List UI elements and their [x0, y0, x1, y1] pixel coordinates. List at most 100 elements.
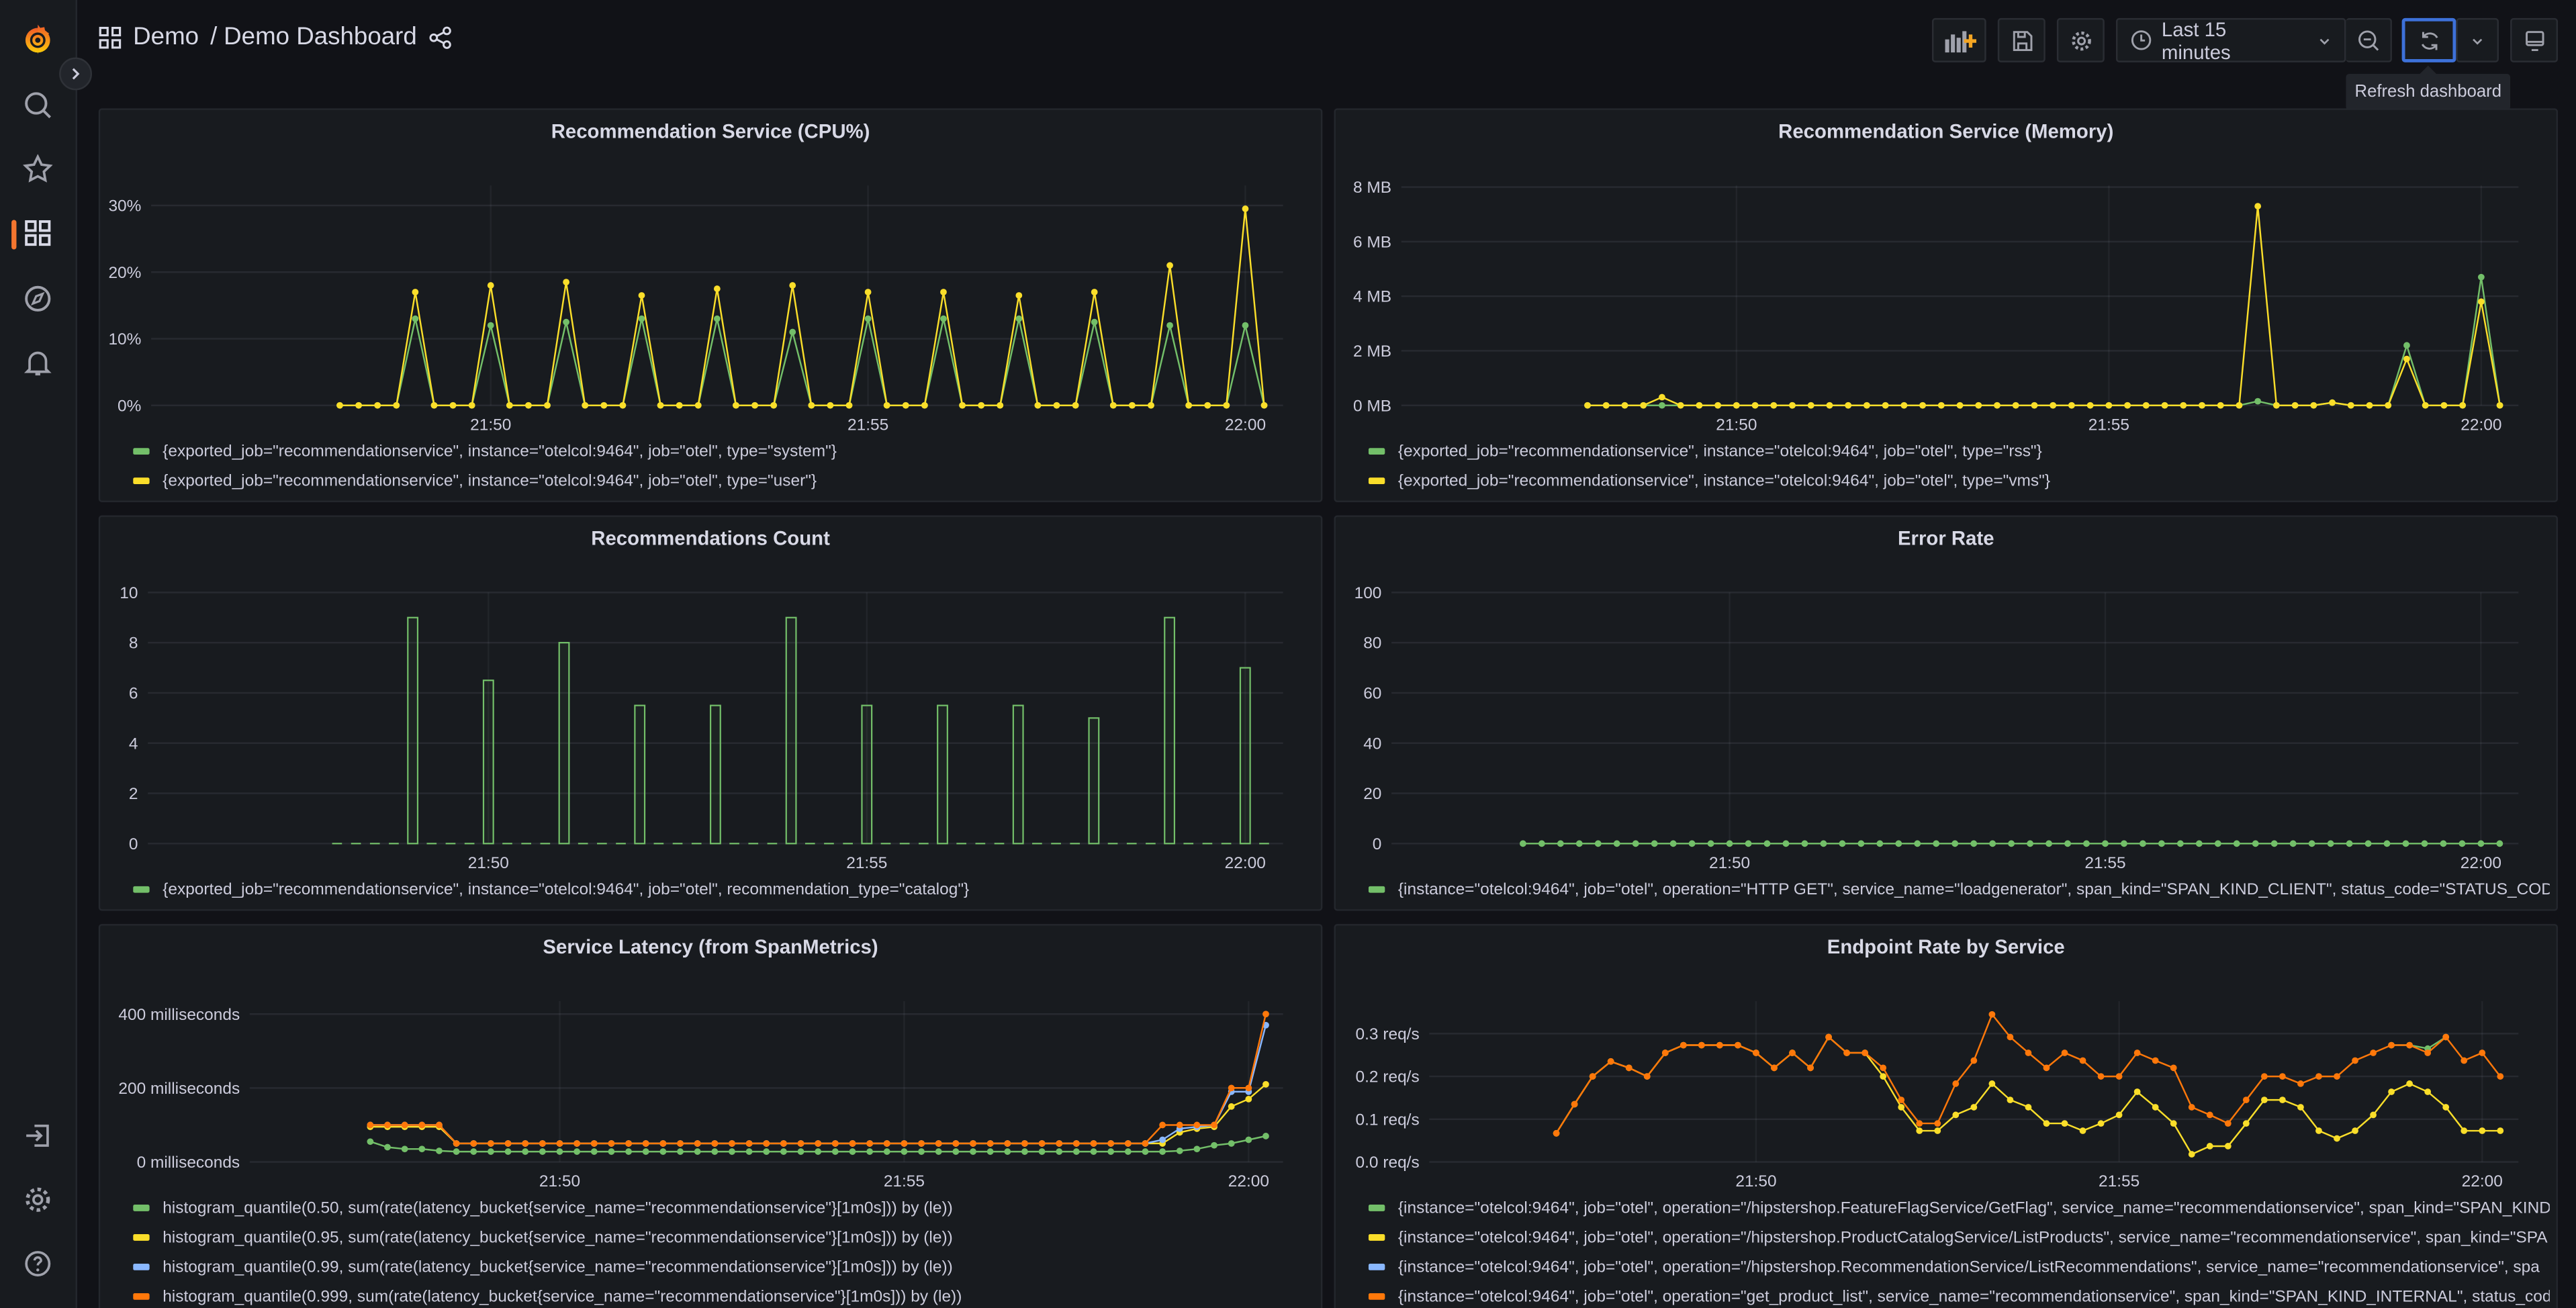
- y-tick-label: 0.1 req/s: [1356, 1111, 1420, 1129]
- panel-cpu[interactable]: Recommendation Service (CPU%) 0% 10% 20% 30%…: [98, 108, 1323, 502]
- data-point: [2459, 402, 2467, 409]
- panel-service-latency[interactable]: Service Latency (from SpanMetrics) 0 mill…: [98, 924, 1323, 1308]
- sign-in-icon[interactable]: [21, 1119, 54, 1152]
- data-point: [918, 1140, 925, 1147]
- chevron-down-icon: [2473, 38, 2483, 44]
- add-panel-button[interactable]: [1931, 17, 1986, 62]
- y-tick-label: 10: [120, 584, 138, 602]
- data-point: [2352, 1057, 2358, 1064]
- data-point: [2403, 355, 2410, 363]
- data-point: [556, 1140, 563, 1147]
- data-point: [797, 1148, 804, 1155]
- data-point: [2083, 840, 2090, 847]
- save-dashboard-button[interactable]: [1997, 17, 2045, 62]
- legend-label: {instance="otelcol:9464", job="otel", op…: [1397, 1287, 2550, 1306]
- legend-label: {instance="otelcol:9464", job="otel", op…: [1397, 1199, 2550, 1217]
- data-point: [789, 328, 796, 336]
- data-point: [2315, 1127, 2322, 1134]
- legend-item[interactable]: {instance="otelcol:9464", job="otel", op…: [1368, 1197, 2550, 1219]
- legend-label: histogram_quantile(0.99, sum(rate(latenc…: [163, 1258, 953, 1276]
- dashboard-title[interactable]: Demo Dashboard: [224, 23, 417, 51]
- series-line: [370, 1025, 1267, 1145]
- data-point: [940, 315, 947, 322]
- data-point: [2388, 1041, 2395, 1049]
- x-tick-label: 22:00: [1225, 416, 1266, 434]
- panel-memory[interactable]: Recommendation Service (Memory) 0 MB 2 MB 4…: [1334, 108, 2559, 502]
- legend-item[interactable]: histogram_quantile(0.99, sum(rate(latenc…: [133, 1256, 1314, 1278]
- data-point: [864, 289, 872, 295]
- data-point: [729, 1140, 735, 1147]
- data-point: [436, 1121, 443, 1129]
- y-tick-label: 40: [1363, 735, 1381, 753]
- data-point: [2254, 398, 2262, 405]
- time-range-picker[interactable]: Last 15 minutes: [2115, 17, 2346, 63]
- search-icon[interactable]: [21, 89, 54, 122]
- data-point: [849, 1140, 856, 1147]
- data-point: [522, 1140, 529, 1147]
- legend-item[interactable]: {exported_job="recommendationservice", i…: [133, 440, 1314, 463]
- settings-gear-icon[interactable]: [21, 1183, 54, 1216]
- data-point: [2115, 1073, 2123, 1080]
- data-point: [2217, 402, 2224, 409]
- data-point: [2440, 840, 2447, 847]
- legend-item[interactable]: {exported_job="recommendationservice", i…: [1368, 469, 2550, 492]
- data-point: [504, 1148, 512, 1155]
- legend-item[interactable]: {exported_job="recommendationservice", i…: [1368, 440, 2550, 463]
- data-point: [1262, 1080, 1269, 1088]
- data-point: [539, 1140, 546, 1147]
- refresh-interval-dropdown[interactable]: [2456, 17, 2499, 62]
- panel-recommendations-count[interactable]: Recommendations Count 0 2 4 6 8 10 21:50 21:55 22…: [98, 515, 1323, 911]
- data-point: [1607, 1058, 1614, 1065]
- data-point: [1176, 1121, 1183, 1129]
- breadcrumb: Demo / Demo Dashboard: [99, 23, 451, 51]
- data-point: [1090, 1148, 1097, 1155]
- legend-item[interactable]: {exported_job="recommendationservice", i…: [133, 878, 1314, 901]
- legend-item[interactable]: histogram_quantile(0.95, sum(rate(latenc…: [133, 1226, 1314, 1249]
- dashboards-icon[interactable]: [21, 217, 54, 250]
- chart-plot: 0.0 req/s 0.1 req/s 0.2 req/s 0.3 req/s 21:5…: [1356, 1000, 2519, 1190]
- data-point: [1988, 1011, 1996, 1018]
- dashboard-settings-button[interactable]: [2056, 17, 2105, 62]
- panel-error-rate[interactable]: Error Rate 0 20 40 60 80 100 21:50 21:55 22:00 {in…: [1334, 515, 2559, 911]
- data-point: [2421, 840, 2428, 847]
- legend-item[interactable]: {instance="otelcol:9464", job="otel", op…: [1368, 1256, 2550, 1278]
- panel-endpoint-rate[interactable]: Endpoint Rate by Service 0.0 req/s 0.1 req…: [1334, 924, 2559, 1308]
- data-point: [556, 1148, 563, 1155]
- x-tick-label: 21:50: [1716, 416, 1757, 434]
- data-point: [563, 279, 570, 285]
- explore-compass-icon[interactable]: [21, 282, 54, 315]
- data-point: [1260, 402, 1268, 409]
- clock-icon: [2131, 30, 2152, 50]
- data-point: [1034, 402, 1042, 409]
- refresh-icon: [2420, 31, 2438, 50]
- star-icon[interactable]: [21, 152, 54, 185]
- alerting-bell-icon[interactable]: [21, 346, 54, 379]
- data-point: [2496, 840, 2503, 847]
- data-point: [1716, 1041, 1723, 1049]
- data-point: [2025, 1104, 2032, 1111]
- tv-mode-button[interactable]: [2510, 17, 2559, 62]
- data-point: [2140, 840, 2146, 847]
- y-tick-label: 0.3 req/s: [1356, 1025, 1420, 1043]
- help-icon[interactable]: [21, 1248, 54, 1280]
- legend-item[interactable]: histogram_quantile(0.999, sum(rate(laten…: [133, 1285, 1314, 1308]
- data-point: [1204, 402, 1211, 409]
- data-point: [2347, 402, 2354, 409]
- data-point: [504, 1140, 512, 1147]
- legend-item[interactable]: histogram_quantile(0.50, sum(rate(latenc…: [133, 1197, 1314, 1219]
- legend-item[interactable]: {instance="otelcol:9464", job="otel", op…: [1368, 1285, 2550, 1308]
- data-point: [1857, 840, 1865, 847]
- data-point: [986, 1140, 994, 1147]
- y-tick-label: 10%: [108, 330, 141, 348]
- zoom-out-button[interactable]: [2346, 17, 2392, 62]
- grafana-logo-icon[interactable]: [21, 23, 54, 56]
- breadcrumb-folder[interactable]: Demo: [133, 23, 199, 51]
- data-point: [1696, 402, 1703, 409]
- data-point: [2260, 1073, 2268, 1080]
- legend-item[interactable]: {instance="otelcol:9464", job="otel", op…: [1368, 878, 2550, 901]
- legend-item[interactable]: {instance="otelcol:9464", job="otel", op…: [1368, 1226, 2550, 1249]
- legend-item[interactable]: {exported_job="recommendationservice", i…: [133, 469, 1314, 492]
- refresh-dashboard-button[interactable]: [2401, 17, 2456, 62]
- share-icon[interactable]: [428, 26, 451, 48]
- data-point: [1242, 322, 1249, 329]
